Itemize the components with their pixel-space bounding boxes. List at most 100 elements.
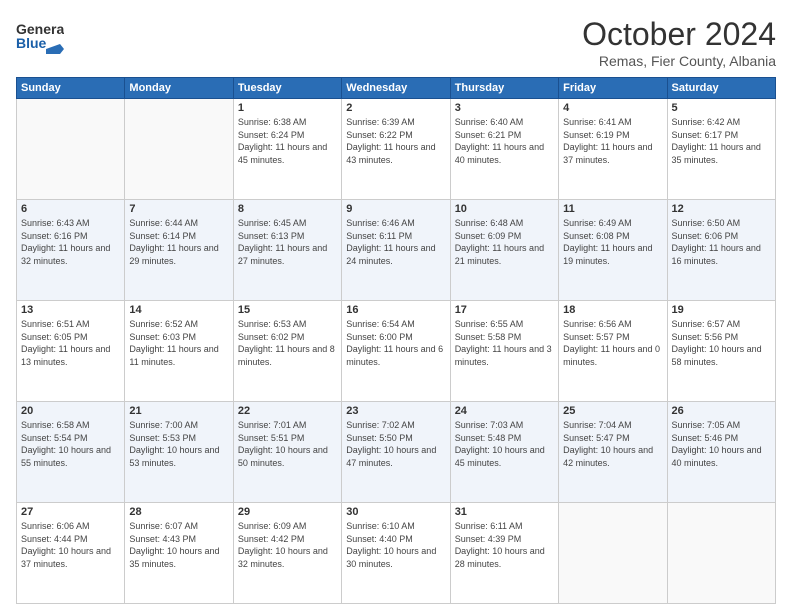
day-info: Sunrise: 6:58 AM Sunset: 5:54 PM Dayligh…: [21, 419, 120, 469]
day-info: Sunrise: 6:40 AM Sunset: 6:21 PM Dayligh…: [455, 116, 554, 166]
day-header-friday: Friday: [559, 78, 667, 99]
day-number: 19: [672, 304, 771, 316]
day-info: Sunrise: 6:49 AM Sunset: 6:08 PM Dayligh…: [563, 217, 662, 267]
day-info: Sunrise: 6:39 AM Sunset: 6:22 PM Dayligh…: [346, 116, 445, 166]
calendar-cell: 22 Sunrise: 7:01 AM Sunset: 5:51 PM Dayli…: [233, 402, 341, 503]
day-header-saturday: Saturday: [667, 78, 775, 99]
calendar-week-row: 20Sunrise: 6:58 AM Sunset: 5:54 PM Dayli…: [17, 402, 776, 503]
calendar-cell: 6 Sunrise: 6:43 AM Sunset: 6:16 PM Daylig…: [17, 200, 125, 301]
calendar-cell: 28Sunrise: 6:07 AM Sunset: 4:43 PM Dayli…: [125, 503, 233, 604]
day-number: 3: [455, 102, 554, 114]
day-number: 7: [129, 203, 228, 215]
day-number: 31: [455, 506, 554, 518]
day-info: Sunrise: 6:10 AM Sunset: 4:40 PM Dayligh…: [346, 520, 445, 570]
day-number: 25: [563, 405, 662, 417]
calendar-cell: 15 Sunrise: 6:53 AM Sunset: 6:02 PM Dayli…: [233, 301, 341, 402]
day-number: 14: [129, 304, 228, 316]
calendar-cell: 4 Sunrise: 6:41 AM Sunset: 6:19 PM Daylig…: [559, 99, 667, 200]
day-header-sunday: Sunday: [17, 78, 125, 99]
day-number: 6: [21, 203, 120, 215]
day-info: Sunrise: 6:51 AM Sunset: 6:05 PM Dayligh…: [21, 318, 120, 368]
calendar-cell: 19 Sunrise: 6:57 AM Sunset: 5:56 PM Dayli…: [667, 301, 775, 402]
day-info: Sunrise: 6:42 AM Sunset: 6:17 PM Dayligh…: [672, 116, 771, 166]
day-number: 17: [455, 304, 554, 316]
calendar-cell: [125, 99, 233, 200]
calendar-cell: 2 Sunrise: 6:39 AM Sunset: 6:22 PM Daylig…: [342, 99, 450, 200]
page-header: General Blue October 2024 Remas, Fier Co…: [16, 16, 776, 69]
day-info: Sunrise: 6:53 AM Sunset: 6:02 PM Dayligh…: [238, 318, 337, 368]
day-number: 13: [21, 304, 120, 316]
day-info: Sunrise: 7:00 AM Sunset: 5:53 PM Dayligh…: [129, 419, 228, 469]
day-info: Sunrise: 6:07 AM Sunset: 4:43 PM Dayligh…: [129, 520, 228, 570]
location-subtitle: Remas, Fier County, Albania: [582, 53, 776, 69]
day-number: 30: [346, 506, 445, 518]
calendar-cell: 5 Sunrise: 6:42 AM Sunset: 6:17 PM Daylig…: [667, 99, 775, 200]
day-number: 11: [563, 203, 662, 215]
day-number: 15: [238, 304, 337, 316]
day-info: Sunrise: 6:48 AM Sunset: 6:09 PM Dayligh…: [455, 217, 554, 267]
calendar-cell: 24Sunrise: 7:03 AM Sunset: 5:48 PM Dayli…: [450, 402, 558, 503]
calendar-cell: [17, 99, 125, 200]
calendar-cell: 7Sunrise: 6:44 AM Sunset: 6:14 PM Daylig…: [125, 200, 233, 301]
logo-icon: General Blue: [16, 16, 64, 56]
day-number: 27: [21, 506, 120, 518]
day-number: 10: [455, 203, 554, 215]
calendar-cell: 11 Sunrise: 6:49 AM Sunset: 6:08 PM Dayli…: [559, 200, 667, 301]
calendar-cell: 3 Sunrise: 6:40 AM Sunset: 6:21 PM Daylig…: [450, 99, 558, 200]
calendar-cell: 18Sunrise: 6:56 AM Sunset: 5:57 PM Dayli…: [559, 301, 667, 402]
calendar-cell: 23Sunrise: 7:02 AM Sunset: 5:50 PM Dayli…: [342, 402, 450, 503]
day-info: Sunrise: 7:01 AM Sunset: 5:51 PM Dayligh…: [238, 419, 337, 469]
day-info: Sunrise: 6:45 AM Sunset: 6:13 PM Dayligh…: [238, 217, 337, 267]
day-number: 16: [346, 304, 445, 316]
day-number: 22: [238, 405, 337, 417]
calendar-cell: 17 Sunrise: 6:55 AM Sunset: 5:58 PM Dayli…: [450, 301, 558, 402]
day-number: 2: [346, 102, 445, 114]
logo: General Blue: [16, 16, 64, 56]
day-info: Sunrise: 6:43 AM Sunset: 6:16 PM Dayligh…: [21, 217, 120, 267]
day-info: Sunrise: 6:41 AM Sunset: 6:19 PM Dayligh…: [563, 116, 662, 166]
calendar-cell: 1Sunrise: 6:38 AM Sunset: 6:24 PM Daylig…: [233, 99, 341, 200]
day-header-wednesday: Wednesday: [342, 78, 450, 99]
calendar-cell: 12 Sunrise: 6:50 AM Sunset: 6:06 PM Dayli…: [667, 200, 775, 301]
svg-text:Blue: Blue: [16, 35, 47, 51]
day-info: Sunrise: 6:50 AM Sunset: 6:06 PM Dayligh…: [672, 217, 771, 267]
day-number: 29: [238, 506, 337, 518]
day-number: 8: [238, 203, 337, 215]
day-number: 1: [238, 102, 337, 114]
calendar-cell: 25 Sunrise: 7:04 AM Sunset: 5:47 PM Dayli…: [559, 402, 667, 503]
calendar-cell: 20Sunrise: 6:58 AM Sunset: 5:54 PM Dayli…: [17, 402, 125, 503]
calendar-week-row: 27 Sunrise: 6:06 AM Sunset: 4:44 PM Dayli…: [17, 503, 776, 604]
calendar-cell: 31Sunrise: 6:11 AM Sunset: 4:39 PM Dayli…: [450, 503, 558, 604]
calendar-cell: 29 Sunrise: 6:09 AM Sunset: 4:42 PM Dayli…: [233, 503, 341, 604]
calendar-cell: 13 Sunrise: 6:51 AM Sunset: 6:05 PM Dayli…: [17, 301, 125, 402]
page-container: General Blue October 2024 Remas, Fier Co…: [0, 0, 792, 612]
calendar-cell: 30 Sunrise: 6:10 AM Sunset: 4:40 PM Dayli…: [342, 503, 450, 604]
calendar-cell: [559, 503, 667, 604]
calendar-header-row: SundayMondayTuesdayWednesdayThursdayFrid…: [17, 78, 776, 99]
day-number: 12: [672, 203, 771, 215]
calendar-cell: 9Sunrise: 6:46 AM Sunset: 6:11 PM Daylig…: [342, 200, 450, 301]
calendar-cell: 8 Sunrise: 6:45 AM Sunset: 6:13 PM Daylig…: [233, 200, 341, 301]
day-info: Sunrise: 6:09 AM Sunset: 4:42 PM Dayligh…: [238, 520, 337, 570]
day-number: 21: [129, 405, 228, 417]
calendar-cell: 27 Sunrise: 6:06 AM Sunset: 4:44 PM Dayli…: [17, 503, 125, 604]
day-info: Sunrise: 7:02 AM Sunset: 5:50 PM Dayligh…: [346, 419, 445, 469]
calendar-cell: 16 Sunrise: 6:54 AM Sunset: 6:00 PM Dayli…: [342, 301, 450, 402]
day-info: Sunrise: 6:55 AM Sunset: 5:58 PM Dayligh…: [455, 318, 554, 368]
calendar-cell: 21 Sunrise: 7:00 AM Sunset: 5:53 PM Dayli…: [125, 402, 233, 503]
day-info: Sunrise: 6:54 AM Sunset: 6:00 PM Dayligh…: [346, 318, 445, 368]
day-info: Sunrise: 6:06 AM Sunset: 4:44 PM Dayligh…: [21, 520, 120, 570]
day-header-tuesday: Tuesday: [233, 78, 341, 99]
calendar-cell: 14 Sunrise: 6:52 AM Sunset: 6:03 PM Dayli…: [125, 301, 233, 402]
title-area: October 2024 Remas, Fier County, Albania: [582, 16, 776, 69]
day-info: Sunrise: 6:57 AM Sunset: 5:56 PM Dayligh…: [672, 318, 771, 368]
day-number: 5: [672, 102, 771, 114]
day-header-monday: Monday: [125, 78, 233, 99]
day-info: Sunrise: 7:04 AM Sunset: 5:47 PM Dayligh…: [563, 419, 662, 469]
calendar-cell: 10 Sunrise: 6:48 AM Sunset: 6:09 PM Dayli…: [450, 200, 558, 301]
day-info: Sunrise: 6:52 AM Sunset: 6:03 PM Dayligh…: [129, 318, 228, 368]
calendar-week-row: 1Sunrise: 6:38 AM Sunset: 6:24 PM Daylig…: [17, 99, 776, 200]
day-info: Sunrise: 7:03 AM Sunset: 5:48 PM Dayligh…: [455, 419, 554, 469]
day-number: 4: [563, 102, 662, 114]
day-info: Sunrise: 6:56 AM Sunset: 5:57 PM Dayligh…: [563, 318, 662, 368]
